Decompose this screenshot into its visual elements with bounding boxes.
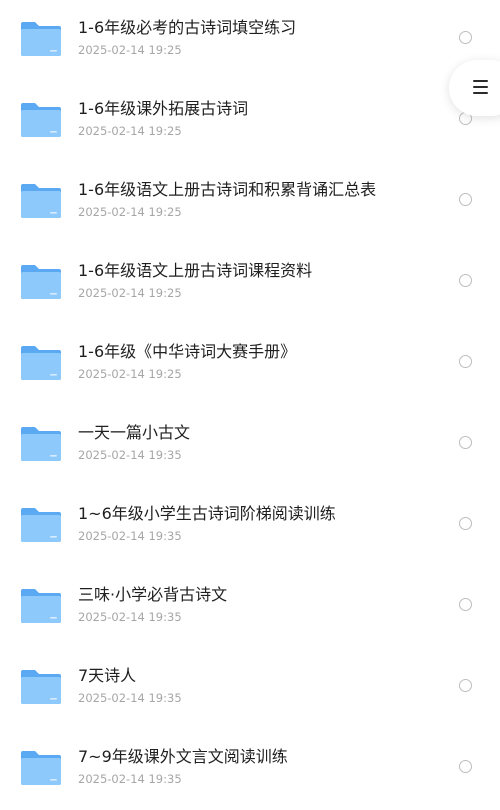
file-list-item[interactable]: 1-6年级必考的古诗词填空练习 2025-02-14 19:25 xyxy=(0,0,500,81)
file-list-item[interactable]: 一天一篇小古文 2025-02-14 19:35 xyxy=(0,405,500,486)
radio-circle-icon[interactable] xyxy=(459,679,472,692)
file-name: 7天诗人 xyxy=(78,666,137,685)
file-date: 2025-02-14 19:35 xyxy=(78,529,182,543)
radio-circle-icon[interactable] xyxy=(459,31,472,44)
radio-circle-icon[interactable] xyxy=(459,355,472,368)
file-date: 2025-02-14 19:35 xyxy=(78,610,182,624)
file-list-item[interactable]: 1-6年级语文上册古诗词和积累背诵汇总表 2025-02-14 19:25 xyxy=(0,162,500,243)
folder-icon xyxy=(20,425,62,463)
folder-icon xyxy=(20,20,62,58)
radio-circle-icon[interactable] xyxy=(459,193,472,206)
file-date: 2025-02-14 19:35 xyxy=(78,772,182,786)
radio-circle-icon[interactable] xyxy=(459,274,472,287)
file-date: 2025-02-14 19:35 xyxy=(78,448,182,462)
folder-icon xyxy=(20,506,62,544)
file-list-item[interactable]: 1-6年级《中华诗词大赛手册》 2025-02-14 19:25 xyxy=(0,324,500,405)
file-list-item[interactable]: 1-6年级语文上册古诗词课程资料 2025-02-14 19:25 xyxy=(0,243,500,324)
file-date: 2025-02-14 19:25 xyxy=(78,124,182,138)
folder-icon xyxy=(20,668,62,706)
file-name: 1-6年级必考的古诗词填空练习 xyxy=(78,18,297,37)
file-name: 1-6年级语文上册古诗词课程资料 xyxy=(78,261,313,280)
file-name: 1~6年级小学生古诗词阶梯阅读训练 xyxy=(78,504,336,523)
radio-circle-icon[interactable] xyxy=(459,760,472,773)
file-list-item[interactable]: 三味·小学必背古诗文 2025-02-14 19:35 xyxy=(0,567,500,648)
folder-icon xyxy=(20,263,62,301)
radio-circle-icon[interactable] xyxy=(459,436,472,449)
folder-icon xyxy=(20,344,62,382)
file-date: 2025-02-14 19:25 xyxy=(78,286,182,300)
file-list-item[interactable]: 7天诗人 2025-02-14 19:35 xyxy=(0,648,500,729)
folder-icon xyxy=(20,749,62,787)
file-list: 1-6年级必考的古诗词填空练习 2025-02-14 19:25 1-6年级课外… xyxy=(0,0,500,800)
file-name: 1-6年级《中华诗词大赛手册》 xyxy=(78,342,297,361)
file-date: 2025-02-14 19:25 xyxy=(78,367,182,381)
folder-icon xyxy=(20,182,62,220)
file-date: 2025-02-14 19:25 xyxy=(78,205,182,219)
file-list-item[interactable]: 1~6年级小学生古诗词阶梯阅读训练 2025-02-14 19:35 xyxy=(0,486,500,567)
file-date: 2025-02-14 19:35 xyxy=(78,691,182,705)
folder-icon xyxy=(20,101,62,139)
menu-button[interactable] xyxy=(449,60,500,116)
radio-circle-icon[interactable] xyxy=(459,517,472,530)
file-name: 7~9年级课外文言文阅读训练 xyxy=(78,747,288,766)
file-name: 1-6年级语文上册古诗词和积累背诵汇总表 xyxy=(78,180,377,199)
file-list-item[interactable]: 7~9年级课外文言文阅读训练 2025-02-14 19:35 xyxy=(0,729,500,810)
file-date: 2025-02-14 19:25 xyxy=(78,43,182,57)
file-list-item[interactable]: 1-6年级课外拓展古诗词 2025-02-14 19:25 xyxy=(0,81,500,162)
radio-circle-icon[interactable] xyxy=(459,598,472,611)
folder-icon xyxy=(20,587,62,625)
file-name: 三味·小学必背古诗文 xyxy=(78,585,228,604)
menu-icon xyxy=(473,80,488,95)
file-name: 一天一篇小古文 xyxy=(78,423,191,442)
file-name: 1-6年级课外拓展古诗词 xyxy=(78,99,249,118)
